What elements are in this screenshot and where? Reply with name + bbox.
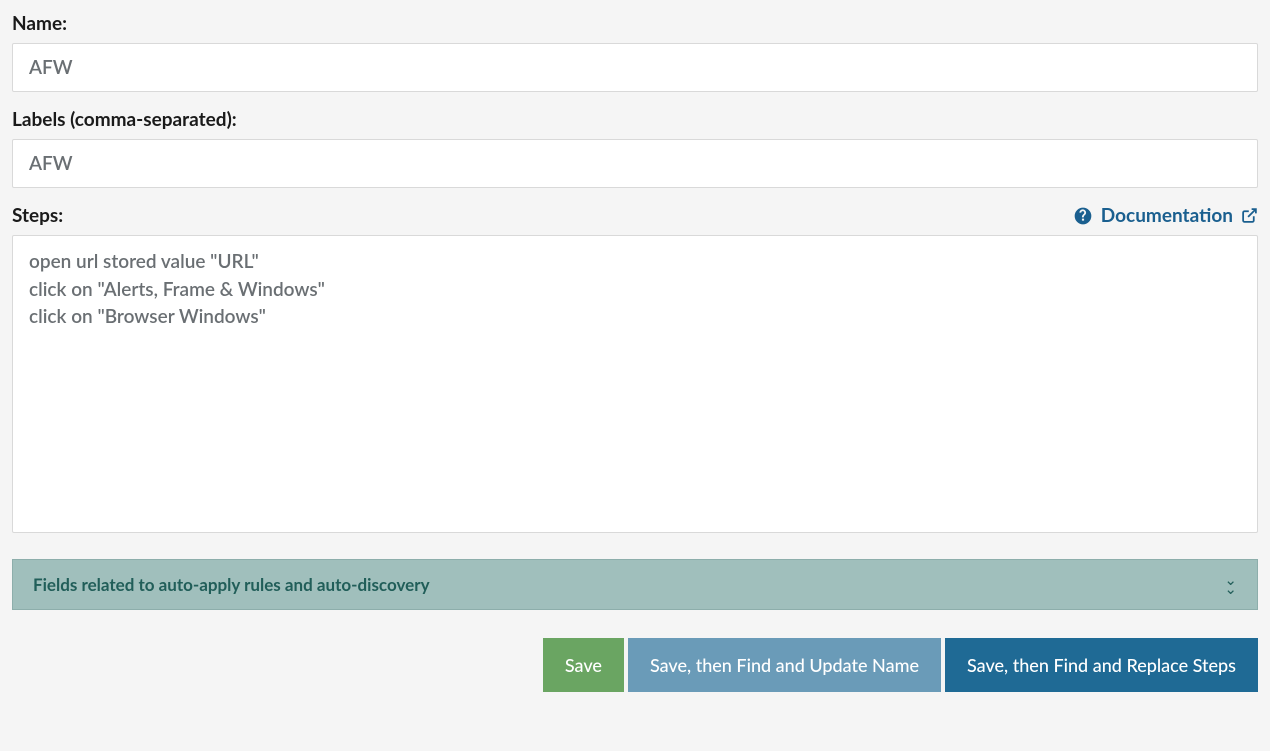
button-row: Save Save, then Find and Update Name Sav… — [12, 638, 1258, 692]
steps-textarea[interactable] — [12, 235, 1258, 533]
labels-group: Labels (comma-separated): — [12, 108, 1258, 188]
accordion-title: Fields related to auto-apply rules and a… — [33, 574, 430, 595]
auto-apply-accordion[interactable]: Fields related to auto-apply rules and a… — [12, 559, 1258, 610]
labels-label: Labels (comma-separated): — [12, 108, 1258, 131]
question-circle-icon — [1073, 206, 1093, 226]
name-group: Name: — [12, 12, 1258, 92]
steps-group: Steps: Documentation — [12, 204, 1258, 537]
labels-input[interactable] — [12, 139, 1258, 188]
documentation-link[interactable]: Documentation — [1073, 204, 1258, 227]
save-find-replace-steps-button[interactable]: Save, then Find and Replace Steps — [945, 638, 1258, 692]
save-find-update-name-button[interactable]: Save, then Find and Update Name — [628, 638, 941, 692]
name-label: Name: — [12, 12, 1258, 35]
steps-label: Steps: — [12, 204, 63, 227]
steps-header: Steps: Documentation — [12, 204, 1258, 227]
external-link-icon — [1241, 207, 1258, 224]
name-input[interactable] — [12, 43, 1258, 92]
save-button[interactable]: Save — [543, 638, 624, 692]
documentation-link-text: Documentation — [1101, 204, 1233, 227]
chevron-down-icon: ⌄⌄ — [1224, 576, 1237, 593]
